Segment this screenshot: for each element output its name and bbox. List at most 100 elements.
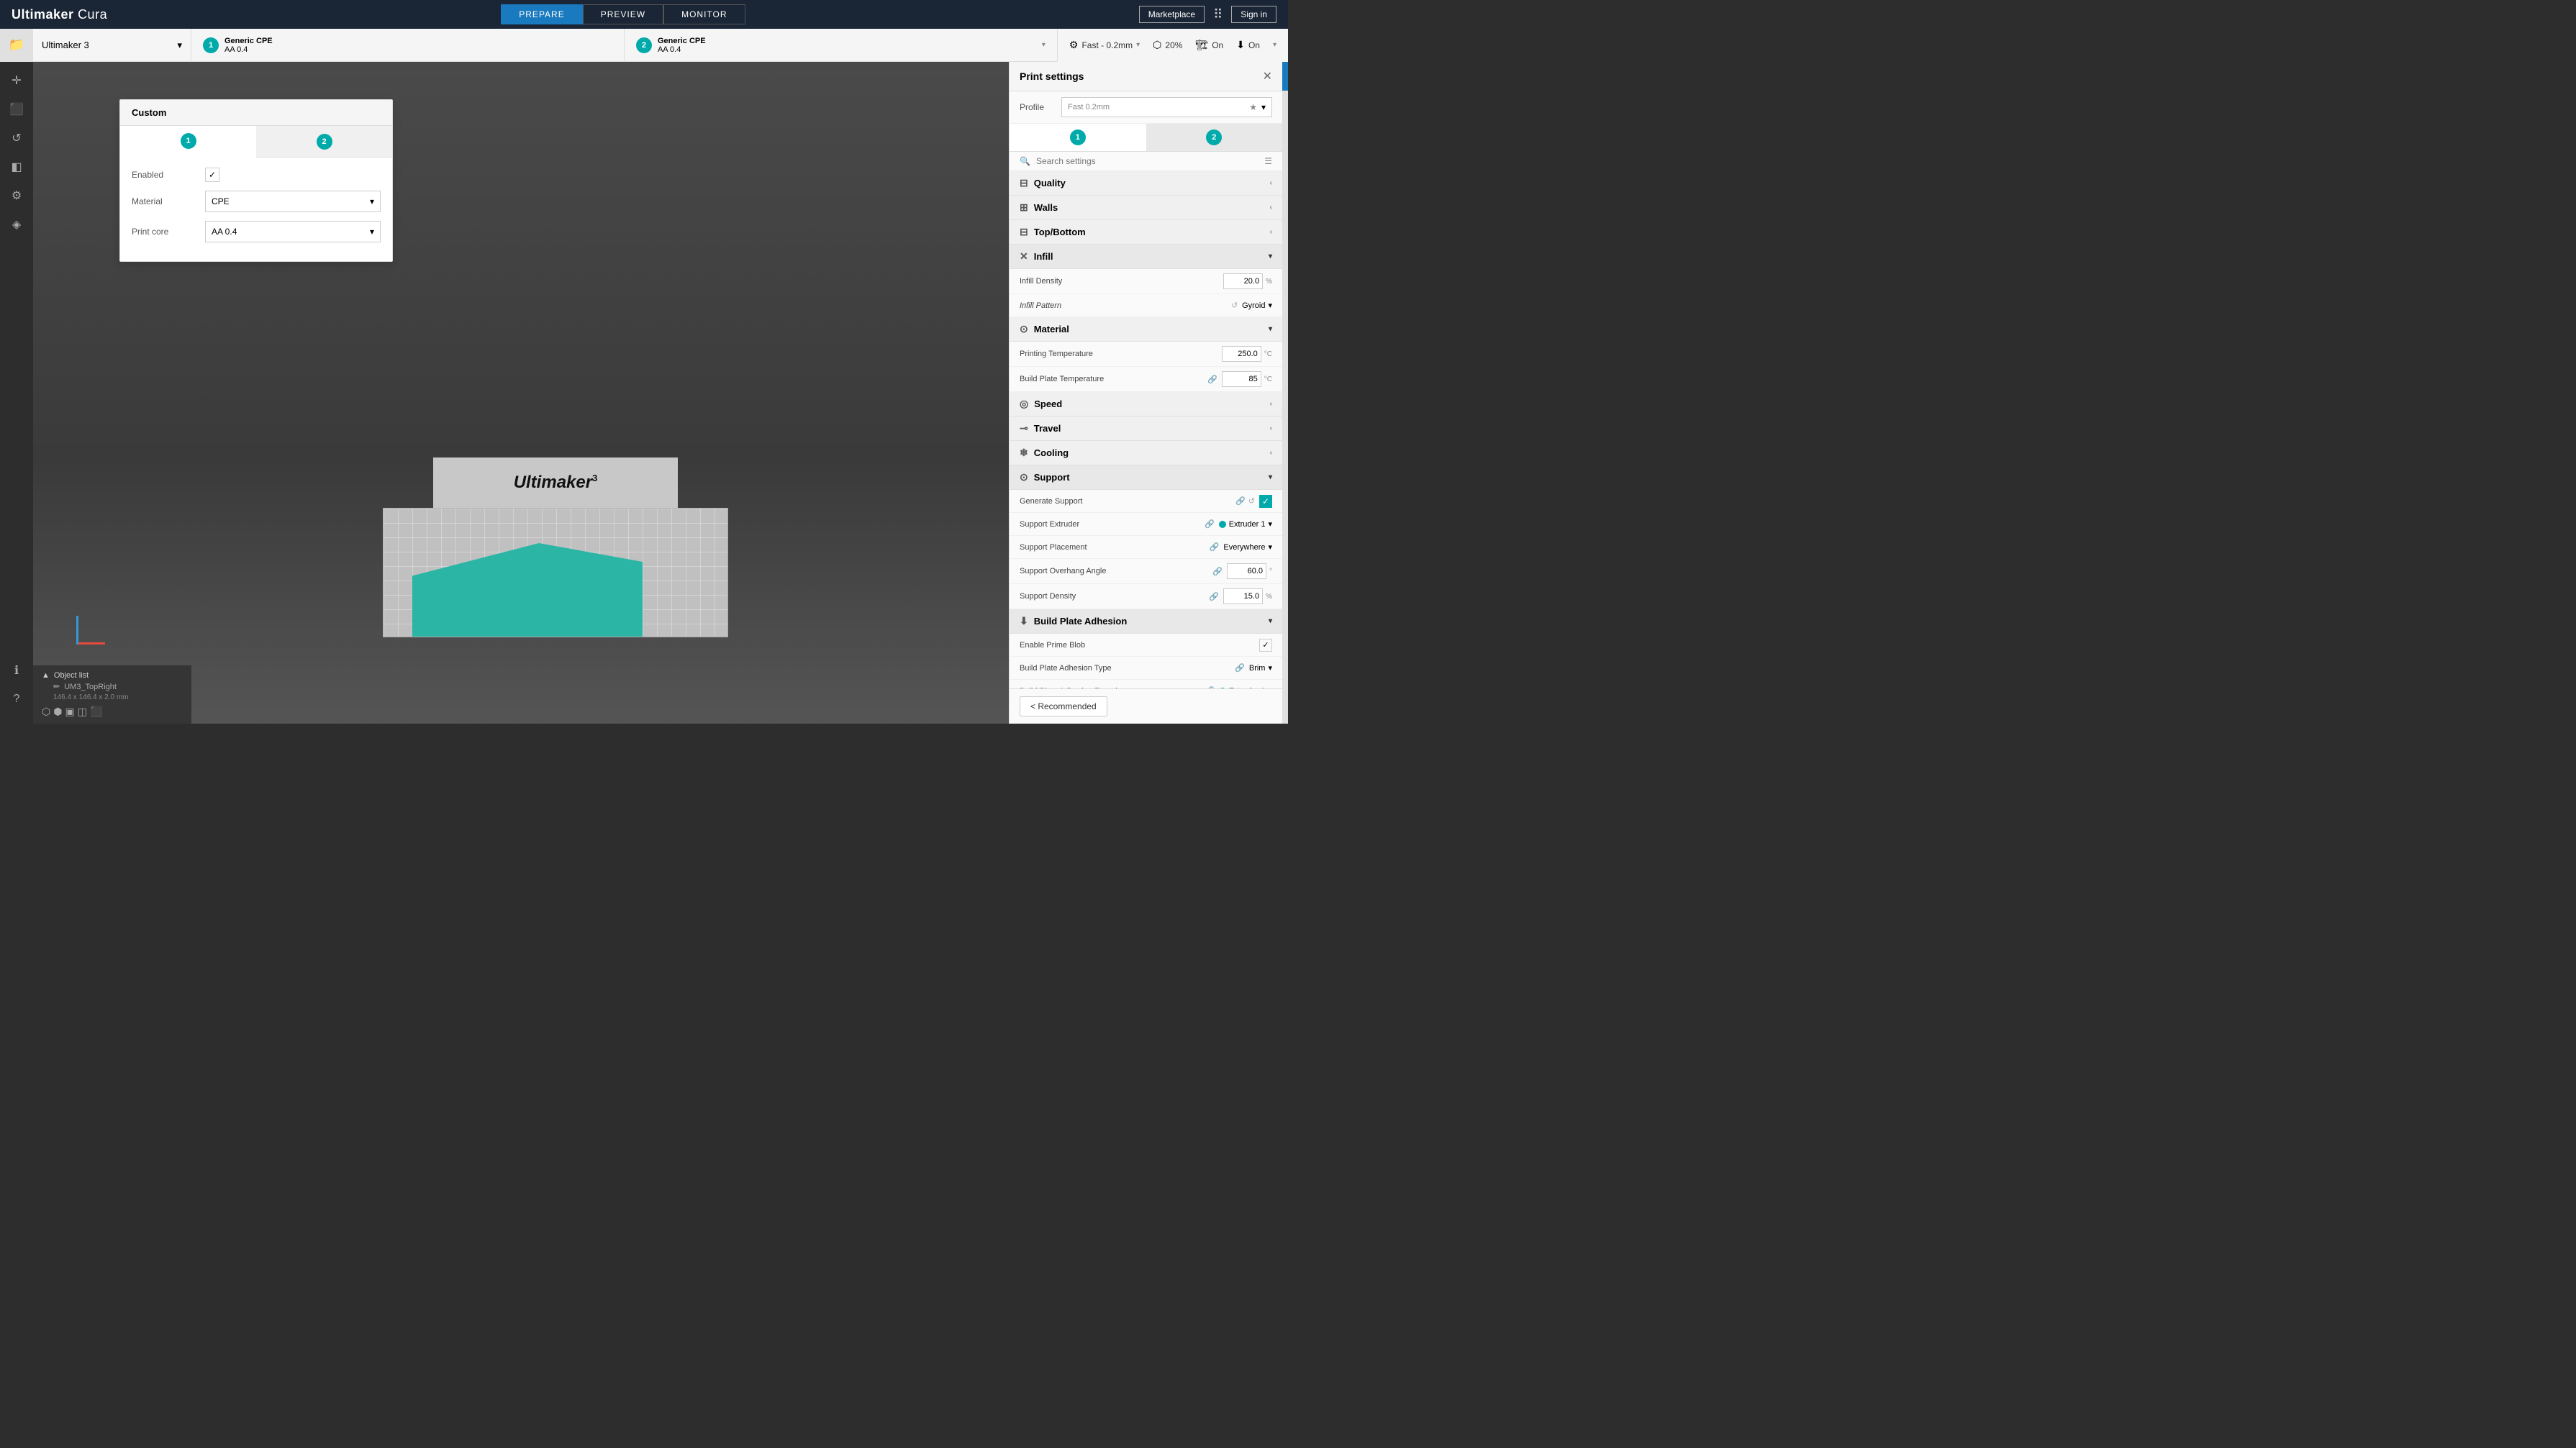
- viewport[interactable]: Custom 1 2 Enabled ✓ Material: [33, 62, 1009, 724]
- extruder2-section[interactable]: 2 Generic CPE AA 0.4 ▾: [625, 29, 1058, 62]
- help-btn[interactable]: ?: [4, 686, 30, 712]
- 3d-model-area: Ultimaker3: [383, 457, 728, 637]
- printing-temp-input[interactable]: [1222, 346, 1261, 362]
- build-plate-temp-link-icon[interactable]: 🔗: [1207, 375, 1217, 384]
- obj-action-3[interactable]: ▣: [65, 706, 74, 718]
- topbar: Ultimaker Cura PREPARE PREVIEW MONITOR M…: [0, 0, 1288, 29]
- settings-scrollbar[interactable]: [1282, 62, 1288, 724]
- obj-action-4[interactable]: ◫: [78, 706, 87, 718]
- file-button[interactable]: 📁: [0, 29, 33, 62]
- nav-preview[interactable]: PREVIEW: [583, 4, 663, 24]
- close-settings-button[interactable]: ✕: [1263, 69, 1272, 83]
- adhesion-type-link-icon[interactable]: 🔗: [1235, 663, 1245, 673]
- support-item[interactable]: 🏗 On: [1195, 39, 1223, 51]
- adhesion-type-dropdown[interactable]: Brim ▾: [1249, 663, 1272, 673]
- grid-icon[interactable]: ⠿: [1213, 7, 1223, 22]
- settings-scrollbar-thumb[interactable]: [1282, 62, 1288, 91]
- move-tool[interactable]: ✛: [4, 68, 30, 94]
- build-plate-temp-input[interactable]: [1222, 371, 1261, 387]
- settings-list: ⊟ Quality ‹ ⊞ Walls ‹ ⊟ Top/Bottom ‹ ✕ I…: [1010, 171, 1282, 688]
- custom-tab-1[interactable]: 1: [120, 126, 256, 158]
- profile-item[interactable]: ⚙ Fast - 0.2mm ▾: [1069, 39, 1140, 51]
- printing-temp-value: °C: [1222, 346, 1272, 362]
- category-topbottom[interactable]: ⊟ Top/Bottom ‹: [1010, 220, 1282, 245]
- extruder1-section[interactable]: 1 Generic CPE AA 0.4: [191, 29, 625, 62]
- info-btn[interactable]: ℹ: [4, 657, 30, 683]
- sliders-icon: ⚙: [1069, 39, 1079, 51]
- filter-icon[interactable]: ☰: [1264, 156, 1272, 166]
- category-infill[interactable]: ✕ Infill ▾: [1010, 245, 1282, 269]
- custom-tab-2[interactable]: 2: [256, 126, 392, 157]
- infill-density-input[interactable]: [1223, 273, 1263, 289]
- adhesion-label: On: [1248, 40, 1260, 50]
- extruder2-badge: 2: [636, 37, 652, 53]
- material-select[interactable]: CPE ▾: [205, 191, 381, 212]
- nav-monitor[interactable]: MONITOR: [663, 4, 745, 24]
- enabled-checkbox[interactable]: ✓: [205, 168, 219, 182]
- ps-ext-tab-2[interactable]: 2: [1146, 124, 1283, 151]
- material-row: Material CPE ▾: [132, 191, 381, 212]
- ps-ext-tab-1[interactable]: 1: [1010, 124, 1146, 151]
- support-extruder-dropdown[interactable]: Extruder 1 ▾: [1219, 519, 1272, 529]
- infill-density-row: Infill Density %: [1010, 269, 1282, 294]
- settings-expand-icon[interactable]: ▾: [1273, 41, 1276, 49]
- category-travel[interactable]: ⊸ Travel ‹: [1010, 416, 1282, 441]
- infill-density-value: %: [1223, 273, 1272, 289]
- support-density-link-icon[interactable]: 🔗: [1209, 592, 1219, 601]
- build-plate-temp-unit: °C: [1264, 375, 1272, 383]
- infill-pattern-row: Infill Pattern ↺ Gyroid ▾: [1010, 294, 1282, 317]
- support-blocker[interactable]: ◈: [4, 211, 30, 237]
- infill-pattern-reset-icon[interactable]: ↺: [1231, 301, 1238, 310]
- infill-item[interactable]: ⬡ 20%: [1153, 39, 1182, 51]
- mirror-tool[interactable]: ◧: [4, 154, 30, 180]
- printer-select[interactable]: Ultimaker 3 ▾: [33, 29, 191, 62]
- support-ext-link-icon[interactable]: 🔗: [1205, 519, 1215, 529]
- per-model-settings[interactable]: ⚙: [4, 183, 30, 209]
- signin-button[interactable]: Sign in: [1231, 6, 1276, 23]
- category-quality[interactable]: ⊟ Quality ‹: [1010, 171, 1282, 196]
- recommended-button[interactable]: < Recommended: [1020, 696, 1107, 716]
- category-adhesion[interactable]: ⬇ Build Plate Adhesion ▾: [1010, 609, 1282, 634]
- print-settings-title: Print settings: [1020, 70, 1084, 82]
- category-speed[interactable]: ◎ Speed ‹: [1010, 392, 1282, 416]
- category-cooling[interactable]: ❄ Cooling ‹: [1010, 441, 1282, 465]
- obj-action-2[interactable]: ⬢: [53, 706, 62, 718]
- gen-support-reset-icon[interactable]: ↺: [1248, 496, 1255, 506]
- nav-prepare[interactable]: PREPARE: [501, 4, 582, 24]
- category-support[interactable]: ⊙ Support ▾: [1010, 465, 1282, 490]
- support-place-link-icon[interactable]: 🔗: [1210, 542, 1220, 552]
- printcore-select[interactable]: AA 0.4 ▾: [205, 221, 381, 242]
- object-list-header[interactable]: ▲ Object list: [42, 671, 183, 680]
- main-layout: ✛ ⬛ ↺ ◧ ⚙ ◈ ℹ ? Custom 1 2: [0, 62, 1288, 724]
- profile-select[interactable]: Fast 0.2mm ★ ▾: [1061, 97, 1272, 117]
- prime-blob-checkbox[interactable]: ✓: [1259, 639, 1272, 652]
- category-material[interactable]: ⊙ Material ▾: [1010, 317, 1282, 342]
- rotate-tool[interactable]: ↺: [4, 125, 30, 151]
- build-plate-temp-value: °C: [1222, 371, 1272, 387]
- left-sidebar: ✛ ⬛ ↺ ◧ ⚙ ◈ ℹ ?: [0, 62, 33, 724]
- cooling-chevron: ‹: [1270, 449, 1272, 457]
- support-ext-icons: 🔗: [1205, 519, 1215, 529]
- support-placement-dropdown[interactable]: Everywhere ▾: [1223, 542, 1272, 552]
- obj-action-5[interactable]: ⬛: [90, 706, 102, 718]
- extruder2-info: Generic CPE AA 0.4: [658, 37, 706, 54]
- printing-temp-unit: °C: [1264, 350, 1272, 358]
- printer-chevron: ▾: [177, 40, 182, 51]
- support-overhang-input[interactable]: [1227, 563, 1266, 579]
- ps-ext2-badge: 2: [1206, 129, 1222, 145]
- gen-support-link-icon[interactable]: 🔗: [1235, 496, 1246, 506]
- obj-action-1[interactable]: ⬡: [42, 706, 50, 718]
- category-walls[interactable]: ⊞ Walls ‹: [1010, 196, 1282, 220]
- gen-support-icons: 🔗 ↺: [1235, 496, 1255, 506]
- custom-popup: Custom 1 2 Enabled ✓ Material: [119, 99, 393, 262]
- build-plate-temp-row: Build Plate Temperature 🔗 °C: [1010, 367, 1282, 392]
- search-input[interactable]: [1036, 156, 1258, 166]
- adhesion-item[interactable]: ⬇ On: [1236, 39, 1260, 51]
- generate-support-checkbox[interactable]: ✓: [1259, 495, 1272, 508]
- support-overhang-link-icon[interactable]: 🔗: [1212, 567, 1223, 576]
- support-density-input[interactable]: [1223, 588, 1263, 604]
- infill-pattern-dropdown[interactable]: Gyroid ▾: [1242, 301, 1272, 310]
- scale-tool[interactable]: ⬛: [4, 96, 30, 122]
- marketplace-button[interactable]: Marketplace: [1139, 6, 1205, 23]
- adhesion-cat-icon: ⬇: [1020, 615, 1028, 627]
